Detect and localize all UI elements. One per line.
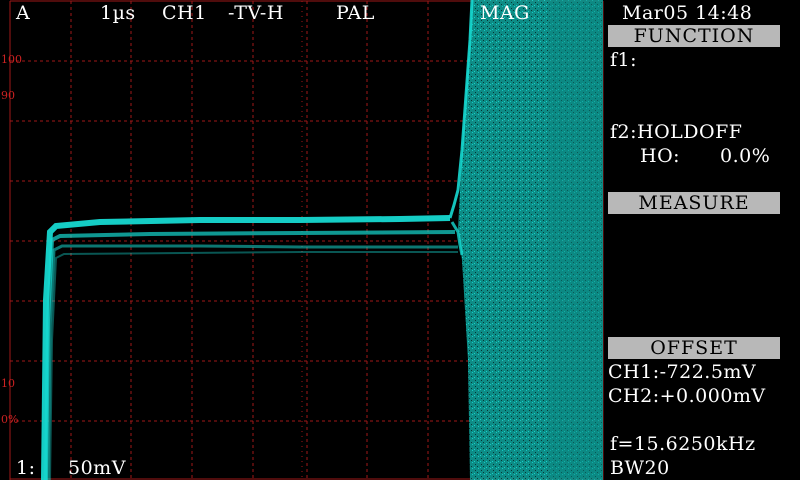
oscilloscope-screen: 100 90 10 0% A 1µs CH1 -TV-H PAL MAG 1: …: [0, 0, 800, 480]
datetime: Mar05 14:48: [622, 2, 753, 24]
trigger-mode: A: [16, 2, 31, 24]
graticule-label-10: 10: [1, 377, 15, 390]
graticule-label-90: 90: [1, 89, 15, 102]
offset-ch1: CH1:-722.5mV: [608, 361, 757, 383]
measure-header: MEASURE: [608, 192, 780, 214]
channel-label: CH1: [162, 2, 207, 24]
volts-per-div: 50mV: [68, 457, 126, 479]
function-header: FUNCTION: [608, 25, 780, 47]
channel-index: 1:: [16, 457, 36, 479]
waveform-trace: [41, 0, 474, 480]
graticule-label-100: 100: [1, 53, 22, 66]
holdoff-value: 0.0%: [720, 145, 771, 167]
mag-indicator: MAG: [480, 2, 530, 24]
waveform-noise-region: [458, 0, 603, 480]
holdoff-label: HO:: [640, 145, 681, 167]
function-f2: f2:HOLDOFF: [610, 121, 743, 143]
function-f1: f1:: [610, 49, 638, 71]
bandwidth-limit: BW20: [610, 457, 670, 479]
offset-header: OFFSET: [608, 337, 780, 359]
offset-ch2: CH2:+0.000mV: [608, 385, 766, 407]
waveform-display: [9, 0, 604, 480]
trigger-source: -TV-H: [228, 2, 284, 24]
graticule-label-0: 0%: [1, 413, 19, 426]
tv-standard: PAL: [336, 2, 375, 24]
timebase: 1µs: [100, 2, 136, 24]
frequency-readout: f=15.6250kHz: [610, 433, 756, 455]
